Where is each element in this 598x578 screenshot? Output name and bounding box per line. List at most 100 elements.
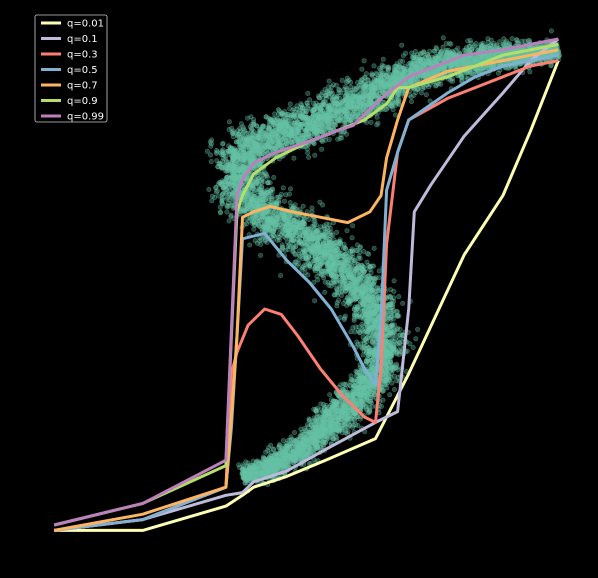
scatter-point [365, 410, 371, 416]
scatter-point [341, 317, 347, 323]
scatter-point [347, 291, 353, 297]
scatter-point [280, 438, 286, 444]
scatter-point [339, 273, 345, 279]
scatter-point [296, 248, 302, 254]
scatter-point [208, 152, 214, 158]
scatter-point [226, 127, 232, 133]
scatter-point [302, 224, 308, 230]
scatter-point [334, 402, 340, 408]
scatter-point [214, 148, 220, 154]
scatter-point [389, 380, 395, 386]
scatter-point [357, 372, 363, 378]
scatter-point [294, 237, 300, 243]
scatter-point [328, 252, 334, 258]
scatter-point [369, 332, 375, 338]
scatter-point [316, 237, 322, 243]
scatter-point [344, 228, 350, 234]
scatter-point [325, 431, 331, 437]
scatter-point [313, 407, 319, 413]
scatter-point [209, 137, 215, 143]
scatter-point [363, 278, 369, 284]
scatter-point [360, 404, 366, 410]
scatter-point [226, 143, 232, 149]
scatter-point [263, 449, 269, 455]
scatter-point [368, 270, 374, 276]
scatter-point [321, 225, 327, 231]
scatter-point [384, 365, 390, 371]
scatter-point [220, 141, 226, 147]
scatter-point [319, 423, 325, 429]
scatter-point [219, 196, 225, 202]
scatter-point [274, 194, 280, 200]
scatter-point [266, 222, 272, 228]
scatter-point [323, 235, 329, 241]
scatter-point [351, 396, 357, 402]
scatter-point [370, 296, 376, 302]
scatter-point [393, 378, 399, 384]
scatter-point [225, 174, 231, 180]
scatter-point [319, 439, 325, 445]
scatter-point [251, 200, 257, 206]
scatter-point [351, 306, 357, 312]
scatter-point [310, 236, 316, 242]
scatter-point [383, 354, 389, 360]
scatter-point [287, 186, 293, 192]
scatter-point [253, 469, 259, 475]
scatter-point [270, 469, 276, 475]
scatter-point [281, 198, 287, 204]
scatter-point [393, 365, 399, 371]
scatter-point [395, 340, 401, 346]
scatter-point [360, 352, 366, 358]
scatter-point [264, 209, 270, 215]
scatter-point [350, 383, 356, 389]
scatter-point [364, 397, 370, 403]
scatter-point [387, 294, 393, 300]
scatter-point [241, 469, 247, 475]
scatter-point [354, 266, 360, 272]
scatter-point [349, 235, 355, 241]
scatter-point [361, 329, 367, 335]
scatter-point [283, 192, 289, 198]
scatter-point [354, 339, 360, 345]
scatter-point [251, 220, 257, 226]
scatter-point [270, 229, 276, 235]
scatter-point [276, 222, 282, 228]
scatter-point [314, 445, 320, 451]
scatter-point [387, 359, 393, 365]
scatter-point [271, 175, 277, 181]
scatter-point [336, 426, 342, 432]
scatter-point [320, 202, 326, 208]
scatter-point [366, 404, 372, 410]
scatter-point [370, 356, 376, 362]
scatter-point [343, 423, 349, 429]
scatter-point [294, 441, 300, 447]
scatter-point [396, 294, 402, 300]
scatter-point [397, 326, 403, 332]
scatter-point [285, 232, 291, 238]
scatter-point [280, 460, 286, 466]
scatter-point [329, 428, 335, 434]
scatter-point [278, 447, 284, 453]
scatter-point [229, 181, 235, 187]
scatter-point [217, 209, 223, 215]
scatter-point [300, 203, 306, 209]
scatter-point [247, 147, 253, 153]
scatter-point [245, 460, 251, 466]
scatter-point [360, 290, 366, 296]
scatter-point [206, 187, 212, 193]
scatter-point [226, 203, 232, 209]
scatter-point [415, 326, 421, 332]
scatter-point [400, 300, 406, 306]
scatter-point [321, 249, 327, 255]
scatter-point [238, 121, 244, 127]
scatter-point [279, 242, 285, 248]
scatter-point [278, 232, 284, 238]
scatter-point [301, 431, 307, 437]
scatter-point [254, 459, 260, 465]
scatter-point [327, 423, 333, 429]
scatter-point [326, 264, 332, 270]
scatter-point [388, 354, 394, 360]
scatter-point [361, 249, 367, 255]
scatter-point [241, 201, 247, 207]
scatter-point [324, 427, 330, 433]
